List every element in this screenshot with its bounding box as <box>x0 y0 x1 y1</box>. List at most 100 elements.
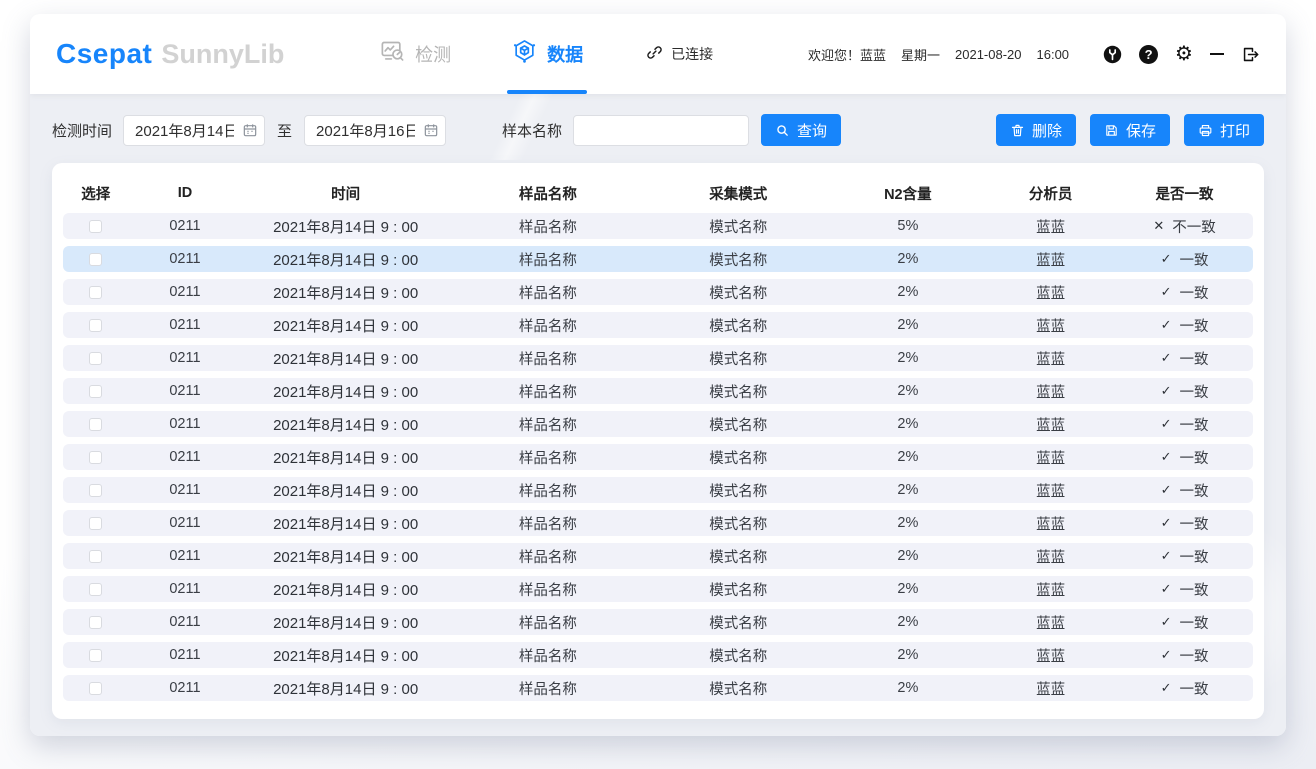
cell-id: 0211 <box>128 680 241 696</box>
consistency-label: 一致 <box>1179 480 1208 501</box>
table-row[interactable]: 0211 2021年8月14日 9 : 00 样品名称 模式名称 2% 蓝蓝 ✓… <box>63 675 1253 701</box>
cell-consistency: ✓ 一致 <box>1161 546 1209 567</box>
cell-n2-content: 2% <box>831 449 986 465</box>
tab-detection-label: 检测 <box>415 41 451 67</box>
consistency-label: 一致 <box>1179 414 1208 435</box>
cell-n2-content: 2% <box>831 548 986 564</box>
logout-icon[interactable] <box>1241 45 1260 64</box>
row-checkbox[interactable] <box>89 220 102 233</box>
cell-id: 0211 <box>128 548 241 564</box>
row-checkbox[interactable] <box>89 583 102 596</box>
cell-time: 2021年8月14日 9 : 00 <box>241 579 449 600</box>
row-checkbox[interactable] <box>89 517 102 530</box>
cube-hexagon-icon <box>511 38 538 70</box>
table-row[interactable]: 0211 2021年8月14日 9 : 00 样品名称 模式名称 2% 蓝蓝 ✓… <box>63 609 1253 635</box>
col-analyst: 分析员 <box>985 183 1116 204</box>
cell-collection-mode: 模式名称 <box>646 579 830 600</box>
cell-sample-name: 样品名称 <box>450 513 646 534</box>
cell-n2-content: 2% <box>831 317 986 333</box>
filter-bar: 检测时间 至 <box>52 114 1264 146</box>
cell-consistency: ✓ 一致 <box>1161 381 1209 402</box>
cell-consistency: ✓ 一致 <box>1161 678 1209 699</box>
print-button[interactable]: 打印 <box>1184 114 1264 146</box>
consistency-mark-icon: ✓ <box>1161 284 1172 300</box>
row-checkbox[interactable] <box>89 451 102 464</box>
table-row[interactable]: 0211 2021年8月14日 9 : 00 样品名称 模式名称 2% 蓝蓝 ✓… <box>63 345 1253 371</box>
calendar-icon[interactable] <box>242 122 258 143</box>
delete-button[interactable]: 删除 <box>996 114 1076 146</box>
settings-gear-icon[interactable]: ⚙ <box>1175 44 1193 64</box>
consistency-label: 一致 <box>1179 645 1208 666</box>
row-checkbox[interactable] <box>89 649 102 662</box>
consistency-mark-icon: ✓ <box>1161 482 1172 498</box>
cell-sample-name: 样品名称 <box>450 645 646 666</box>
cell-id: 0211 <box>128 284 241 300</box>
cell-analyst: 蓝蓝 <box>985 216 1116 237</box>
row-checkbox[interactable] <box>89 253 102 266</box>
row-checkbox[interactable] <box>89 484 102 497</box>
logo-secondary: SunnyLib <box>161 39 284 70</box>
wrench-circle-icon[interactable] <box>1103 45 1122 64</box>
table-row[interactable]: 0211 2021年8月14日 9 : 00 样品名称 模式名称 2% 蓝蓝 ✓… <box>63 411 1253 437</box>
table-row[interactable]: 0211 2021年8月14日 9 : 00 样品名称 模式名称 2% 蓝蓝 ✓… <box>63 642 1253 668</box>
minimize-icon[interactable] <box>1210 53 1224 56</box>
cell-consistency: ✓ 一致 <box>1161 645 1209 666</box>
cell-id: 0211 <box>128 515 241 531</box>
table-row[interactable]: 0211 2021年8月14日 9 : 00 样品名称 模式名称 2% 蓝蓝 ✓… <box>63 444 1253 470</box>
table-row[interactable]: 0211 2021年8月14日 9 : 00 样品名称 模式名称 2% 蓝蓝 ✓… <box>63 279 1253 305</box>
table-row[interactable]: 0211 2021年8月14日 9 : 00 样品名称 模式名称 2% 蓝蓝 ✓… <box>63 543 1253 569</box>
consistency-label: 一致 <box>1179 315 1208 336</box>
consistency-label: 一致 <box>1179 579 1208 600</box>
row-checkbox[interactable] <box>89 682 102 695</box>
action-buttons: 删除 保存 <box>996 114 1264 146</box>
table-row[interactable]: 0211 2021年8月14日 9 : 00 样品名称 模式名称 2% 蓝蓝 ✓… <box>63 576 1253 602</box>
consistency-label: 不一致 <box>1172 216 1216 237</box>
cell-sample-name: 样品名称 <box>450 480 646 501</box>
cell-analyst: 蓝蓝 <box>985 645 1116 666</box>
consistency-mark-icon: ✓ <box>1161 515 1172 531</box>
row-checkbox[interactable] <box>89 616 102 629</box>
cell-time: 2021年8月14日 9 : 00 <box>241 513 449 534</box>
save-button[interactable]: 保存 <box>1090 114 1170 146</box>
cell-collection-mode: 模式名称 <box>646 546 830 567</box>
row-checkbox[interactable] <box>89 418 102 431</box>
welcome-group: 欢迎您！蓝蓝 星期一 2021-08-20 16:00 <box>808 45 1069 64</box>
cell-id: 0211 <box>128 581 241 597</box>
consistency-mark-icon: ✓ <box>1161 383 1172 399</box>
cell-id: 0211 <box>128 614 241 630</box>
sample-name-label: 样本名称 <box>502 120 562 141</box>
cell-consistency: ✓ 一致 <box>1161 447 1209 468</box>
cell-n2-content: 2% <box>831 680 986 696</box>
calendar-icon[interactable] <box>423 122 439 143</box>
cell-analyst: 蓝蓝 <box>985 546 1116 567</box>
table-row[interactable]: 0211 2021年8月14日 9 : 00 样品名称 模式名称 2% 蓝蓝 ✓… <box>63 312 1253 338</box>
help-icon[interactable]: ? <box>1139 45 1158 64</box>
query-button[interactable]: 查询 <box>761 114 841 146</box>
tab-data[interactable]: 数据 <box>511 14 583 94</box>
consistency-mark-icon: ✓ <box>1161 647 1172 663</box>
cell-analyst: 蓝蓝 <box>985 447 1116 468</box>
row-checkbox[interactable] <box>89 319 102 332</box>
table-row[interactable]: 0211 2021年8月14日 9 : 00 样品名称 模式名称 2% 蓝蓝 ✓… <box>63 378 1253 404</box>
col-n2: N2含量 <box>831 183 986 204</box>
table-row[interactable]: 0211 2021年8月14日 9 : 00 样品名称 模式名称 2% 蓝蓝 ✓… <box>63 510 1253 536</box>
tab-data-label: 数据 <box>547 41 583 67</box>
cell-id: 0211 <box>128 317 241 333</box>
cell-n2-content: 2% <box>831 515 986 531</box>
row-checkbox[interactable] <box>89 550 102 563</box>
row-checkbox[interactable] <box>89 286 102 299</box>
row-checkbox[interactable] <box>89 385 102 398</box>
table-row[interactable]: 0211 2021年8月14日 9 : 00 样品名称 模式名称 5% 蓝蓝 ✕… <box>63 213 1253 239</box>
cell-sample-name: 样品名称 <box>450 315 646 336</box>
table-row[interactable]: 0211 2021年8月14日 9 : 00 样品名称 模式名称 2% 蓝蓝 ✓… <box>63 246 1253 272</box>
cell-sample-name: 样品名称 <box>450 282 646 303</box>
sample-name-input[interactable] <box>573 115 749 146</box>
row-checkbox[interactable] <box>89 352 102 365</box>
link-icon <box>645 43 664 65</box>
cell-n2-content: 2% <box>831 614 986 630</box>
tab-detection[interactable]: 检测 <box>379 14 451 94</box>
table-row[interactable]: 0211 2021年8月14日 9 : 00 样品名称 模式名称 2% 蓝蓝 ✓… <box>63 477 1253 503</box>
cell-time: 2021年8月14日 9 : 00 <box>241 216 449 237</box>
cell-id: 0211 <box>128 482 241 498</box>
cell-collection-mode: 模式名称 <box>646 282 830 303</box>
